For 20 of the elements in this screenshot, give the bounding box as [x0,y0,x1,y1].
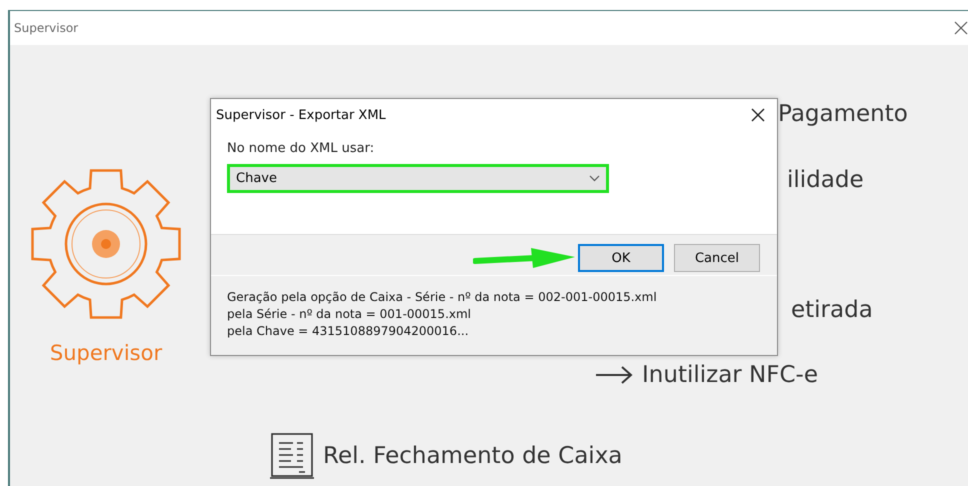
arrow-icon [594,365,634,385]
info-text: Geração pela opção de Caixa - Série - nº da nota = 002-001-00015.xml [227,289,658,306]
dialog-button[interactable]: OK [578,244,664,272]
gear-icon [31,169,181,319]
menu-item[interactable]: Rel. Fechamento de Caixa [323,443,622,469]
dialog-button[interactable]: Cancel [674,244,760,272]
menu-item[interactable]: ilidade [787,167,864,193]
chevron-icon [589,175,600,182]
menu-item[interactable]: Pagamento [778,101,908,127]
info-text: pela Chave = 4315108897904200016... [227,323,470,340]
close-icon[interactable] [954,21,968,35]
menu-item[interactable]: etirada [791,297,873,323]
xml-name-dropdown[interactable]: Chave [227,164,609,193]
dialog-title: Supervisor - Exportar XML [216,108,386,122]
window-title: Supervisor [14,21,78,35]
field-label: No nome do XML usar: [227,141,376,156]
close-icon[interactable] [751,108,765,122]
menu-item[interactable]: Inutilizar NFC-e [642,362,818,388]
receipt-icon [269,432,315,480]
info-text: pela Série - nº da nota = 001-00015.xml [227,306,472,323]
